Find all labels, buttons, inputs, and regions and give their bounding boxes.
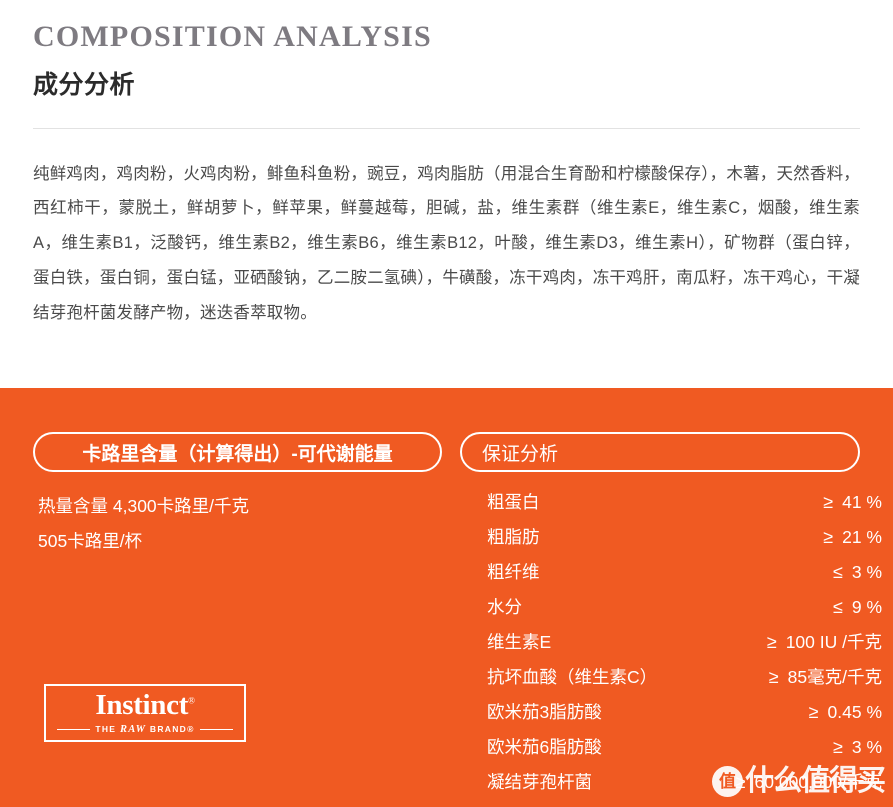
comparison-operator-icon: ≥ xyxy=(823,527,834,547)
comparison-operator-icon: ≥ xyxy=(832,737,843,757)
logo-registered-mark: ® xyxy=(188,695,195,706)
nutrient-label: 粗蛋白 xyxy=(487,492,540,512)
comparison-operator-icon: ≤ xyxy=(832,597,843,617)
logo-wordmark-text: Instinct xyxy=(95,689,189,721)
nutrition-columns: 热量含量 4,300卡路里/千克 505卡路里/杯 Instinct® THE … xyxy=(0,489,893,804)
calories-header-pill: 卡路里含量（计算得出）-可代谢能量 xyxy=(33,432,442,472)
comparison-operator-icon: ≥ xyxy=(766,632,777,652)
section-headers-row: 卡路里含量（计算得出）-可代谢能量 保证分析 xyxy=(0,388,893,472)
comparison-operator-icon: ≤ xyxy=(832,562,843,582)
nutrient-value: ≥ 3 % xyxy=(833,737,886,758)
tagline-raw: RAW xyxy=(119,724,147,735)
nutrient-value: ≥ 60,000,000/千克 xyxy=(736,769,886,794)
nutrient-amount: 3 % xyxy=(851,737,882,757)
nutrient-value: ≥ 0.45 % xyxy=(809,702,886,723)
composition-section: COMPOSITION ANALYSIS 成分分析 纯鲜鸡肉，鸡肉粉，火鸡肉粉，… xyxy=(0,0,893,388)
nutrition-panel: 卡路里含量（计算得出）-可代谢能量 保证分析 热量含量 4,300卡路里/千克 … xyxy=(0,388,893,807)
comparison-operator-icon: ≥ xyxy=(735,772,746,792)
page-title-chinese: 成分分析 xyxy=(33,70,136,99)
logo-rule-right xyxy=(199,729,234,730)
logo-tagline: THE RAW BRAND® xyxy=(57,724,234,735)
nutrient-amount: 9 % xyxy=(851,597,882,617)
nutrient-label: 欧米茄3脂肪酸 xyxy=(487,702,602,722)
tagline-post: BRAND® xyxy=(146,724,195,734)
calories-column: 热量含量 4,300卡路里/千克 505卡路里/杯 Instinct® THE … xyxy=(33,489,464,804)
comparison-operator-icon: ≥ xyxy=(768,667,779,687)
table-row: 粗蛋白 ≥ 41 % xyxy=(482,489,886,524)
table-row: 水分 ≤ 9 % xyxy=(482,594,886,629)
logo-rule-left xyxy=(57,729,91,730)
table-row: 维生素E ≥ 100 IU /千克 xyxy=(482,629,886,664)
logo-tagline-text: THE RAW BRAND® xyxy=(95,724,194,735)
nutrient-amount: 85毫克/千克 xyxy=(787,667,882,687)
table-row: 欧米茄6脂肪酸 ≥ 3 % xyxy=(482,734,886,769)
table-row: 粗脂肪 ≥ 21 % xyxy=(482,524,886,559)
nutrient-value: ≥ 21 % xyxy=(823,527,886,548)
nutrient-label: 抗坏血酸（维生素C） xyxy=(487,667,658,687)
nutrient-value: ≥ 100 IU /千克 xyxy=(767,629,886,654)
tagline-pre: THE xyxy=(95,724,120,734)
instinct-logo: Instinct® THE RAW BRAND® xyxy=(44,684,246,742)
nutrient-value: ≤ 3 % xyxy=(833,562,886,583)
nutrient-amount: 0.45 % xyxy=(827,702,882,722)
nutrient-value: ≤ 9 % xyxy=(833,597,886,618)
ingredients-paragraph: 纯鲜鸡肉，鸡肉粉，火鸡肉粉，鲱鱼科鱼粉，豌豆，鸡肉脂肪（用混合生育酚和柠檬酸保存… xyxy=(33,164,860,323)
nutrient-label: 欧米茄6脂肪酸 xyxy=(487,737,602,757)
nutrient-amount: 60,000,000/千克 xyxy=(754,772,882,792)
logo-wordmark: Instinct® xyxy=(95,691,194,720)
title-divider xyxy=(33,127,860,129)
nutrient-value: ≥ 85毫克/千克 xyxy=(769,664,886,689)
nutrient-amount: 100 IU /千克 xyxy=(785,632,882,652)
nutrient-label: 粗脂肪 xyxy=(487,527,540,547)
nutrient-label: 水分 xyxy=(487,597,522,617)
nutrient-label: 维生素E xyxy=(487,632,552,652)
nutrient-label: 粗纤维 xyxy=(487,562,540,582)
table-row: 凝结芽孢杆菌 ≥ 60,000,000/千克 xyxy=(482,769,886,804)
nutrient-value: ≥ 41 % xyxy=(823,492,886,513)
comparison-operator-icon: ≥ xyxy=(808,702,819,722)
nutrient-amount: 41 % xyxy=(842,492,882,512)
calorie-line-per-kg: 热量含量 4,300卡路里/千克 xyxy=(38,496,250,516)
guaranteed-analysis-column: 粗蛋白 ≥ 41 % 粗脂肪 ≥ 21 % 粗纤维 ≤ 3 % 水分 ≤ 9 %… xyxy=(482,489,886,804)
nutrient-amount: 21 % xyxy=(842,527,882,547)
calorie-line-per-cup: 505卡路里/杯 xyxy=(38,531,143,551)
nutrient-amount: 3 % xyxy=(851,562,882,582)
table-row: 欧米茄3脂肪酸 ≥ 0.45 % xyxy=(482,699,886,734)
table-row: 抗坏血酸（维生素C） ≥ 85毫克/千克 xyxy=(482,664,886,699)
table-row: 粗纤维 ≤ 3 % xyxy=(482,559,886,594)
comparison-operator-icon: ≥ xyxy=(823,492,834,512)
guaranteed-analysis-header-pill: 保证分析 xyxy=(459,432,860,472)
nutrient-label: 凝结芽孢杆菌 xyxy=(487,772,592,792)
page-title-english: COMPOSITION ANALYSIS xyxy=(33,20,432,53)
